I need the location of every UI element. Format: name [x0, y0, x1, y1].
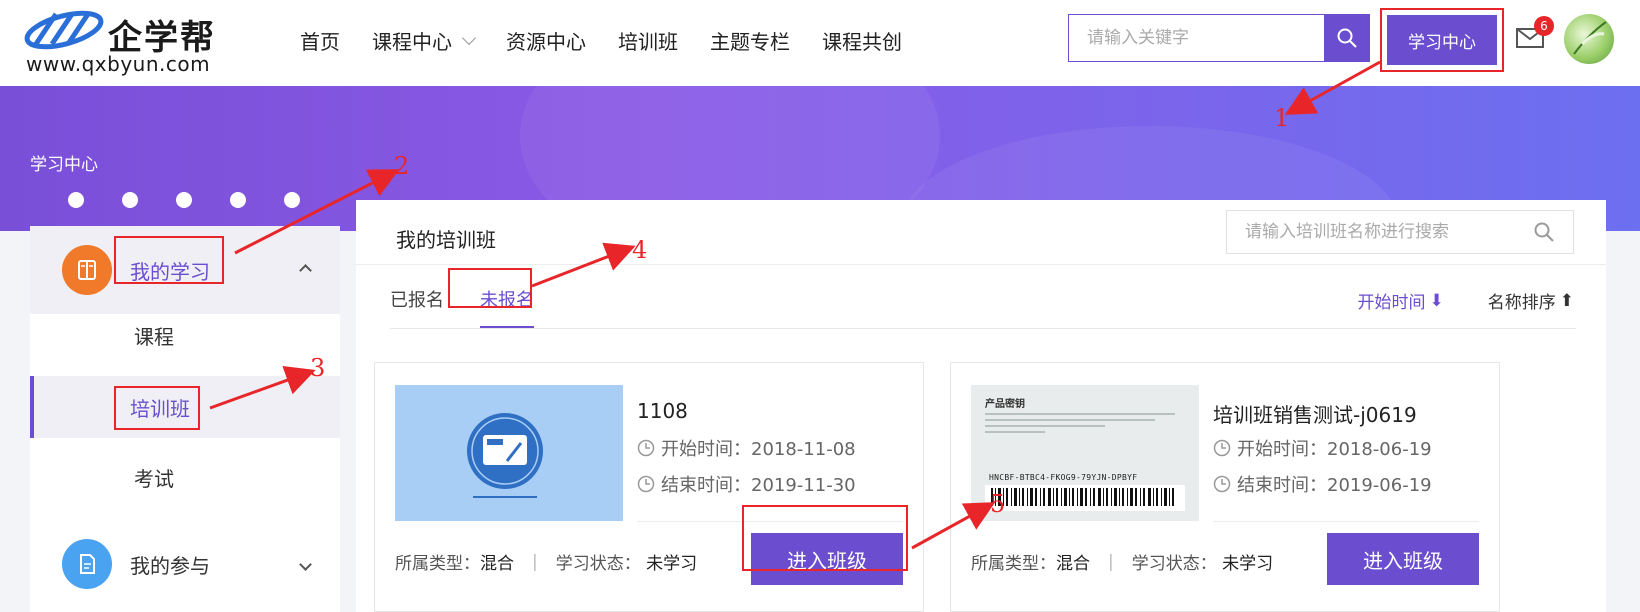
card-meta: 所属类型：混合 | 学习状态： 未学习	[395, 549, 698, 575]
card-title[interactable]: 培训班销售测试-j0619	[1213, 399, 1417, 428]
carousel-dot[interactable]	[122, 192, 138, 208]
main-nav: 首页 课程中心 资源中心 培训班 主题专栏 课程共创	[300, 26, 902, 55]
study-center-highlight: 学习中心	[1380, 8, 1504, 72]
training-search	[1226, 210, 1574, 254]
annotation-number: 3	[310, 354, 326, 382]
search-icon	[1337, 28, 1357, 48]
sidebar-item-course[interactable]: 课程	[30, 304, 340, 366]
page: 企学帮 www.qxbyun.com 首页 课程中心 资源中心 培训班 主题专栏…	[0, 0, 1640, 612]
highlight-training	[114, 386, 200, 430]
clock-icon	[637, 475, 655, 493]
end-time-text: 结束时间：2019-11-30	[661, 475, 856, 496]
training-card: 产品密钥 HNCBF-BTBC4-FKOG9-79YJN-DPBYF 培训班销售…	[950, 362, 1500, 612]
sidebar-group-my-participation[interactable]: 我的参与	[30, 520, 340, 608]
highlight-enter-class	[742, 505, 908, 571]
highlight-not-enrolled	[448, 268, 532, 308]
card-end-time: 结束时间：2019-11-30	[637, 471, 856, 497]
annotation-number: 5	[990, 490, 1006, 518]
sidebar-item-exam[interactable]: 考试	[30, 446, 340, 508]
page-title: 我的培训班	[396, 228, 496, 252]
document-icon	[62, 539, 112, 589]
banner-title: 学习中心	[30, 155, 98, 175]
card-meta: 所属类型：混合 | 学习状态： 未学习	[971, 549, 1274, 575]
mail-badge: 6	[1534, 16, 1554, 36]
start-time-text: 开始时间：2018-06-19	[1237, 439, 1432, 460]
highlight-my-study	[114, 236, 224, 284]
nav-home[interactable]: 首页	[300, 26, 340, 55]
clock-icon	[1213, 439, 1231, 457]
annotation-number: 1	[1274, 104, 1290, 132]
annotation-number: 4	[632, 236, 648, 264]
sort-label: 名称排序	[1487, 293, 1556, 313]
divider	[356, 264, 1606, 265]
study-center-button[interactable]: 学习中心	[1387, 15, 1497, 65]
card-thumbnail[interactable]	[395, 385, 623, 521]
enter-class-button[interactable]: 进入班级	[1327, 533, 1479, 585]
training-icon	[467, 413, 543, 498]
book-icon	[62, 245, 112, 295]
main-panel: 我的培训班 已报名 未报名 开始时间 ⬇ 名称排序 ⬆	[356, 200, 1606, 612]
carousel-dots	[68, 192, 300, 208]
nav-resource-center[interactable]: 资源中心	[506, 26, 586, 55]
sidebar-group-label: 我的参与	[130, 553, 210, 578]
start-time-text: 开始时间：2018-11-08	[661, 439, 856, 460]
search-icon[interactable]	[1533, 221, 1555, 243]
sort-start-time[interactable]: 开始时间 ⬇	[1357, 288, 1444, 314]
chevron-up-icon	[299, 263, 312, 277]
arrow-up-icon: ⬆	[1559, 290, 1574, 311]
status-field: 学习状态： 未学习	[1131, 554, 1274, 574]
divider	[1213, 521, 1479, 522]
avatar-leaf-icon	[1573, 21, 1607, 55]
card-start-time: 开始时间：2018-11-08	[637, 435, 856, 461]
status-field: 学习状态： 未学习	[555, 554, 698, 574]
site-logo[interactable]: 企学帮 www.qxbyun.com	[22, 8, 262, 76]
sidebar: 我的学习 课程 培训班 考试 我的参与	[30, 226, 340, 612]
card-start-time: 开始时间：2018-06-19	[1213, 435, 1432, 461]
nav-topics[interactable]: 主题专栏	[710, 26, 790, 55]
training-search-input[interactable]	[1245, 222, 1533, 242]
arrow-down-icon: ⬇	[1429, 290, 1444, 311]
type-field: 所属类型：混合	[971, 554, 1090, 574]
avatar[interactable]	[1564, 14, 1614, 64]
search-input[interactable]	[1069, 15, 1324, 61]
carousel-dot[interactable]	[284, 192, 300, 208]
carousel-dot[interactable]	[176, 192, 192, 208]
top-navbar: 企学帮 www.qxbyun.com 首页 课程中心 资源中心 培训班 主题专栏…	[0, 0, 1640, 86]
product-key: HNCBF-BTBC4-FKOG9-79YJN-DPBYF	[989, 473, 1138, 482]
tabs-divider	[390, 328, 1576, 329]
logo-icon	[24, 10, 104, 50]
card-end-time: 结束时间：2019-06-19	[1213, 471, 1432, 497]
training-card: 1108 开始时间：2018-11-08 结束时间：2019-11-30 所属类…	[374, 362, 924, 612]
card-title[interactable]: 1108	[637, 399, 688, 423]
type-field: 所属类型：混合	[395, 554, 514, 574]
header-search	[1068, 14, 1370, 62]
carousel-dot[interactable]	[230, 192, 246, 208]
sort-name[interactable]: 名称排序 ⬆	[1487, 288, 1574, 314]
chevron-down-icon	[299, 557, 312, 571]
search-button[interactable]	[1324, 15, 1369, 61]
nav-course-center[interactable]: 课程中心	[372, 26, 477, 55]
nav-course-center-label: 课程中心	[372, 30, 452, 54]
sort-options: 开始时间 ⬇ 名称排序 ⬆	[1357, 288, 1575, 314]
chevron-down-icon	[461, 30, 477, 45]
nav-co-create[interactable]: 课程共创	[822, 26, 902, 55]
nav-training[interactable]: 培训班	[618, 26, 678, 55]
clock-icon	[637, 439, 655, 457]
carousel-dot[interactable]	[68, 192, 84, 208]
barcode-icon	[985, 485, 1185, 511]
end-time-text: 结束时间：2019-06-19	[1237, 475, 1432, 496]
thumb-title: 产品密钥	[985, 399, 1025, 410]
annotation-number: 2	[394, 152, 410, 180]
thumb-text-lines	[985, 413, 1175, 433]
tab-enrolled[interactable]: 已报名	[390, 286, 444, 328]
logo-url: www.qxbyun.com	[26, 52, 211, 76]
clock-icon	[1213, 475, 1231, 493]
sort-label: 开始时间	[1357, 293, 1426, 313]
